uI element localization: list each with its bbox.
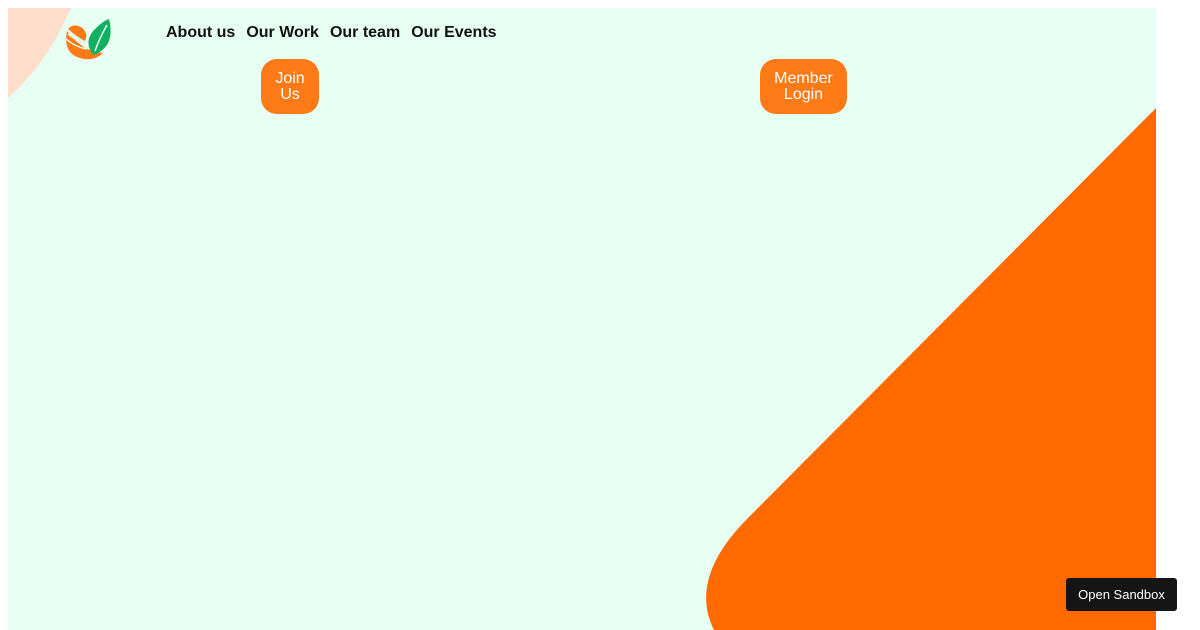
nav-link-our-events[interactable]: Our Events <box>411 24 496 41</box>
leaf-hands-logo-icon[interactable] <box>63 17 113 61</box>
nav-link-our-team[interactable]: Our team <box>330 24 400 41</box>
nav-item-team: Our team <box>330 24 400 42</box>
hero-orange-shape <box>706 108 1156 630</box>
nav-link-about-us[interactable]: About us <box>166 24 235 41</box>
nav-item-about: About us <box>166 24 235 42</box>
login-label-line2: Login <box>783 85 824 103</box>
join-label-line1: Join <box>275 69 305 87</box>
nav-item-work: Our Work <box>246 24 319 42</box>
page-canvas: About us Our Work Our team Our Events Jo… <box>8 8 1156 630</box>
join-label-line2: Us <box>280 85 300 103</box>
open-sandbox-button[interactable]: Open Sandbox <box>1066 578 1177 611</box>
nav-item-events: Our Events <box>411 24 496 42</box>
login-label-line1: Member <box>774 69 833 87</box>
nav-link-our-work[interactable]: Our Work <box>246 24 319 41</box>
join-us-button[interactable]: Join Us <box>261 59 319 114</box>
main-nav: About us Our Work Our team Our Events <box>166 24 497 42</box>
member-login-button[interactable]: Member Login <box>760 59 847 114</box>
